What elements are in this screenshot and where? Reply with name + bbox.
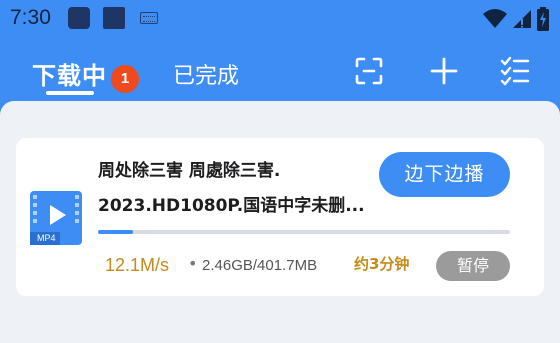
download-speed: 12.1M/s — [105, 255, 170, 275]
keyboard-icon — [140, 12, 158, 24]
status-time: 7:30 — [10, 6, 51, 29]
download-title-line-1: 周处除三害 周處除三害. — [98, 161, 281, 181]
wifi-icon — [483, 9, 507, 28]
download-progress-fill — [98, 230, 134, 234]
tab-completed[interactable]: 已完成 — [173, 58, 239, 90]
tab-active-indicator — [46, 91, 94, 95]
play-while-downloading-button[interactable]: 边下边播 — [379, 152, 510, 197]
battery-charging-icon — [537, 7, 549, 31]
download-list: MP4 周处除三害 周處除三害. 2023.HD1080P.国语中字未删... … — [0, 101, 560, 343]
plus-icon[interactable] — [429, 56, 459, 86]
pause-button[interactable]: 暂停 — [436, 251, 510, 281]
scan-icon[interactable] — [354, 56, 384, 86]
tab-downloading[interactable]: 下载中 — [32, 56, 107, 91]
download-title-line-2: 2023.HD1080P.国语中字未删... — [98, 196, 365, 216]
signal-icon — [513, 10, 531, 28]
notification-square-icon — [103, 7, 125, 29]
download-sizes: 2.46GB/401.7MB — [202, 257, 318, 274]
status-bar: 7:30 — [0, 0, 560, 38]
tab-bar: 下载中 1 已完成 — [0, 40, 560, 100]
download-item-card[interactable]: MP4 周处除三害 周處除三害. 2023.HD1080P.国语中字未删... … — [16, 138, 544, 296]
file-type-label: MP4 — [37, 233, 56, 243]
checklist-icon[interactable] — [500, 56, 530, 86]
download-progress-bar — [98, 230, 510, 234]
time-remaining: 约3分钟 — [354, 255, 410, 273]
notification-square-icon — [68, 7, 90, 29]
separator-dot: • — [188, 254, 198, 273]
downloading-count-badge: 1 — [111, 65, 139, 93]
